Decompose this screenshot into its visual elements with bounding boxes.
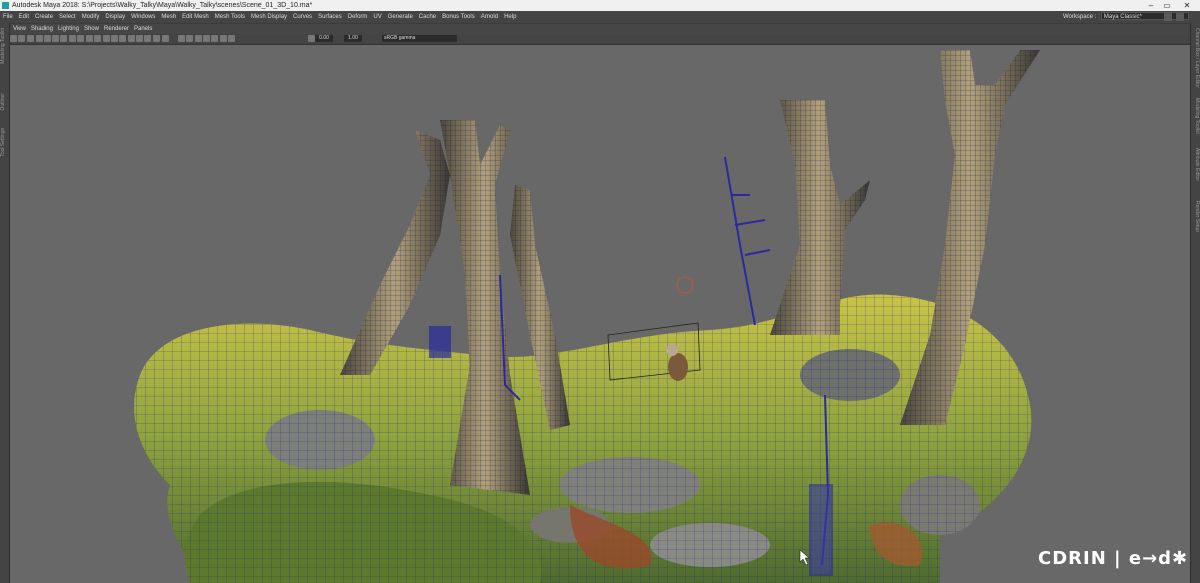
panel-menu-bar: View Shading Lighting Show Renderer Panels xyxy=(10,24,1190,34)
panel-menu-shading[interactable]: Shading xyxy=(31,24,53,34)
cdrin-watermark: CDRIN | e→d✱ xyxy=(1038,548,1189,569)
menu-mesh[interactable]: Mesh xyxy=(161,11,176,23)
menu-generate[interactable]: Generate xyxy=(388,11,413,23)
minimize-button[interactable]: – xyxy=(1144,0,1158,11)
menu-cache[interactable]: Cache xyxy=(419,11,436,23)
panel-menu-show[interactable]: Show xyxy=(84,24,99,34)
safe-title-icon[interactable] xyxy=(94,35,101,42)
3d-viewport[interactable] xyxy=(10,45,1190,583)
tab-channel-box[interactable]: Channel Box / Layer Editor xyxy=(1191,28,1200,88)
maya-app: Autodesk Maya 2018: S:\Projects\Walky_Ta… xyxy=(0,0,1200,583)
exposure-icon[interactable] xyxy=(228,35,235,42)
panel-menu-view[interactable]: View xyxy=(13,24,26,34)
select-camera-icon[interactable] xyxy=(10,35,17,42)
menu-uv[interactable]: UV xyxy=(373,11,381,23)
wireframe-icon[interactable] xyxy=(103,35,110,42)
close-button[interactable]: ✕ xyxy=(1180,0,1194,11)
xray-icon[interactable] xyxy=(203,35,210,42)
backface-cull-icon[interactable] xyxy=(220,35,227,42)
tab-render-setup[interactable]: Render Setup xyxy=(1191,201,1200,232)
workspace-label: Workspace : xyxy=(1063,14,1097,20)
workspace-settings-icon[interactable] xyxy=(1176,13,1184,21)
left-tab-strip: Modeling Toolkit Outliner Tool Settings xyxy=(0,23,10,583)
tab-tool-settings[interactable]: Tool Settings xyxy=(0,128,9,157)
colorspace-dropdown[interactable]: sRGB gamma xyxy=(382,35,457,42)
menu-deform[interactable]: Deform xyxy=(348,11,368,23)
textured-icon[interactable] xyxy=(128,35,135,42)
menu-create[interactable]: Create xyxy=(35,11,53,23)
image-plane-icon[interactable] xyxy=(36,35,43,42)
menu-edit-mesh[interactable]: Edit Mesh xyxy=(182,11,209,23)
shadows-icon[interactable] xyxy=(144,35,151,42)
resolution-gate-icon[interactable] xyxy=(60,35,67,42)
menu-edit[interactable]: Edit xyxy=(19,11,29,23)
gamma-icon[interactable] xyxy=(308,35,315,42)
motion-blur-icon[interactable] xyxy=(162,35,169,42)
ambient-occlusion-icon[interactable] xyxy=(153,35,160,42)
field-chart-icon[interactable] xyxy=(77,35,84,42)
menu-mesh-display[interactable]: Mesh Display xyxy=(251,11,287,23)
safe-action-icon[interactable] xyxy=(86,35,93,42)
panel-menus: View Shading Lighting Show Renderer Panels xyxy=(13,24,157,34)
menu-curves[interactable]: Curves xyxy=(293,11,312,23)
maya-logo-icon xyxy=(2,2,9,9)
tab-attribute-editor[interactable]: Attribute Editor xyxy=(1191,148,1200,181)
menu-bonus-tools[interactable]: Bonus Tools xyxy=(442,11,475,23)
menu-mesh-tools[interactable]: Mesh Tools xyxy=(215,11,245,23)
scene-render xyxy=(134,50,1040,583)
right-tab-strip: Channel Box / Layer Editor Modeling Tool… xyxy=(1190,23,1200,583)
bookmark-icon[interactable] xyxy=(27,35,34,42)
menu-surfaces[interactable]: Surfaces xyxy=(318,11,342,23)
title-bar: Autodesk Maya 2018: S:\Projects\Walky_Ta… xyxy=(0,0,1200,11)
viewport-toolbar: 0.00 1.00 sRGB gamma xyxy=(10,34,1190,45)
menu-select[interactable]: Select xyxy=(59,11,76,23)
menu-windows[interactable]: Windows xyxy=(131,11,155,23)
menu-help[interactable]: Help xyxy=(504,11,516,23)
anti-aliasing-icon[interactable] xyxy=(178,35,185,42)
gamma-field[interactable]: 1.00 xyxy=(344,35,362,42)
camera-attributes-icon[interactable] xyxy=(18,35,25,42)
film-gate-icon[interactable] xyxy=(52,35,59,42)
panel-menu-lighting[interactable]: Lighting xyxy=(58,24,79,34)
menu-display[interactable]: Display xyxy=(105,11,125,23)
terrain-mesh[interactable] xyxy=(134,294,1032,583)
panel-menu-renderer[interactable]: Renderer xyxy=(104,24,129,34)
menu-file[interactable]: File xyxy=(3,11,13,23)
grid-icon[interactable] xyxy=(44,35,51,42)
menu-modify[interactable]: Modify xyxy=(82,11,100,23)
xray-joints-icon[interactable] xyxy=(211,35,218,42)
gate-mask-icon[interactable] xyxy=(69,35,76,42)
main-menus: File Edit Create Select Modify Display Windows… xyxy=(3,11,522,23)
main-menu-bar: File Edit Create Select Modify Display Windows… xyxy=(0,11,1200,23)
depth-of-field-icon[interactable] xyxy=(186,35,193,42)
isolate-select-icon[interactable] xyxy=(195,35,202,42)
default-material-icon[interactable] xyxy=(119,35,126,42)
tab-modeling-toolkit-right[interactable]: Modeling Toolkit xyxy=(1191,98,1200,134)
smooth-shade-icon[interactable] xyxy=(111,35,118,42)
restore-button[interactable]: ▭ xyxy=(1160,0,1174,11)
use-lights-icon[interactable] xyxy=(136,35,143,42)
tab-outliner[interactable]: Outliner xyxy=(0,93,9,111)
panel-menu-panels[interactable]: Panels xyxy=(134,24,152,34)
menu-arnold[interactable]: Arnold xyxy=(481,11,498,23)
workspace-lock-icon[interactable] xyxy=(1164,13,1172,21)
tab-modeling-toolkit-left[interactable]: Modeling Toolkit xyxy=(0,28,9,64)
window-title: Autodesk Maya 2018: S:\Projects\Walky_Ta… xyxy=(12,2,313,9)
exposure-field[interactable]: 0.00 xyxy=(315,35,333,42)
